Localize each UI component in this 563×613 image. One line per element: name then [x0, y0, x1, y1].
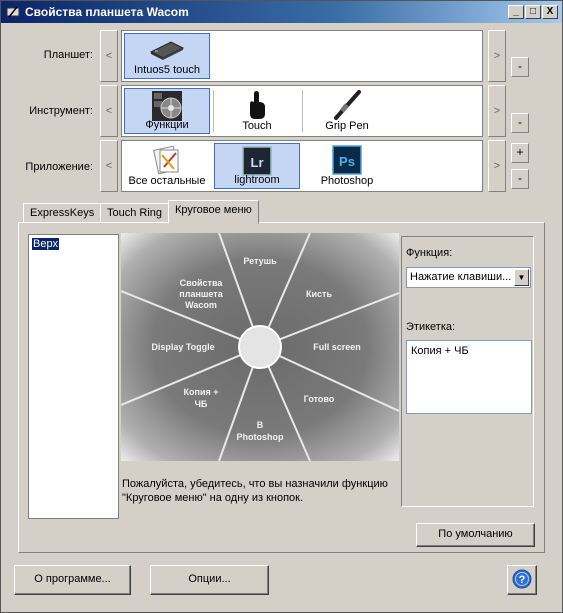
remove-tool-button[interactable]: - — [511, 113, 529, 133]
tool-scroll-left-button[interactable]: < — [100, 85, 118, 137]
radial-segment-done[interactable]: Готово — [304, 394, 335, 404]
tool-scroll-right-button[interactable]: > — [488, 85, 506, 137]
photoshop-icon: Ps — [332, 145, 362, 175]
tablet-icon — [149, 41, 185, 60]
tool-item-functions[interactable]: Функции — [124, 88, 210, 134]
tool-item-touch[interactable]: Touch — [214, 88, 300, 134]
remove-application-button[interactable]: - — [511, 169, 529, 189]
tab-radial-menu[interactable]: Круговое меню — [168, 200, 259, 224]
application-scroll-left-button[interactable]: < — [100, 140, 118, 192]
tool-item-label: Grip Pen — [325, 120, 369, 132]
function-label: Функция: — [406, 247, 453, 259]
tool-item-label: Функции — [145, 119, 189, 131]
tablet-row-label: Планшет: — [43, 49, 93, 61]
tool-row-label: Инструмент: — [29, 105, 93, 117]
application-item-label: lightroom — [234, 174, 280, 186]
application-item-photoshop[interactable]: Ps Photoshop — [304, 143, 390, 189]
help-button[interactable]: ? — [507, 565, 537, 595]
tablet-scroll-right-button[interactable]: > — [488, 30, 506, 82]
maximize-button[interactable]: □ — [525, 5, 541, 19]
about-button[interactable]: О программе... — [14, 565, 131, 595]
radial-menu-center[interactable] — [238, 325, 282, 369]
tool-item-label: Touch — [242, 120, 272, 132]
lightroom-icon-text: Lr — [251, 155, 264, 170]
wacom-properties-window: Свойства планшета Wacom _ □ X Планшет: <… — [0, 0, 563, 613]
radial-segment-full-screen[interactable]: Full screen — [313, 342, 361, 352]
lightroom-icon: Lr — [242, 146, 272, 176]
radial-segment-retouch[interactable]: Ретушь — [243, 256, 277, 266]
photoshop-icon-text: Ps — [339, 154, 355, 169]
caption-label: Этикетка: — [406, 321, 456, 333]
application-item-label: Все остальные — [128, 175, 206, 187]
list-item[interactable]: Верх — [32, 238, 59, 250]
add-application-button[interactable]: + — [511, 143, 529, 163]
help-icon-glyph: ? — [519, 574, 526, 586]
tab-touch-ring[interactable]: Touch Ring — [100, 203, 170, 223]
radial-segment-display-toggle[interactable]: Display Toggle — [151, 342, 214, 352]
tablet-item-label: Intuos5 touch — [133, 64, 201, 76]
tool-separator — [302, 90, 303, 132]
application-row-label: Приложение: — [25, 161, 93, 173]
tab-expresskeys[interactable]: ExpressKeys — [23, 203, 102, 223]
help-text: Пожалуйста, убедитесь, что вы назначили … — [122, 478, 388, 504]
title-bar[interactable]: Свойства планшета Wacom _ □ X — [1, 1, 562, 23]
function-select[interactable]: Нажатие клавиши... ▼ — [406, 267, 531, 288]
tool-strip: Функции Touch Grip Pen — [121, 85, 483, 137]
remove-tablet-button[interactable]: - — [511, 57, 529, 77]
wacom-app-icon — [6, 6, 20, 18]
application-item-label: Photoshop — [320, 175, 374, 187]
radial-segment-brush[interactable]: Кисть — [306, 289, 332, 299]
radial-menu-preview[interactable]: Ретушь Кисть Full screen Готово В Photosh… — [121, 233, 399, 461]
help-icon: ? — [512, 569, 532, 589]
minimize-button[interactable]: _ — [508, 5, 524, 19]
caption-field[interactable]: Копия + ЧБ — [406, 340, 532, 414]
all-apps-icon — [153, 145, 179, 175]
chevron-down-icon[interactable]: ▼ — [514, 269, 529, 286]
pen-icon — [334, 90, 361, 120]
tablet-strip: Intuos5 touch — [121, 30, 483, 82]
window-title: Свойства планшета Wacom — [25, 5, 189, 19]
function-select-value: Нажатие клавиши... — [410, 271, 512, 283]
touch-hand-icon — [250, 91, 265, 119]
application-item-lightroom[interactable]: Lr lightroom — [214, 143, 300, 189]
options-button[interactable]: Опции... — [150, 565, 269, 595]
tool-item-grip-pen[interactable]: Grip Pen — [304, 88, 390, 134]
tablet-item-intuos5[interactable]: Intuos5 touch — [124, 33, 210, 79]
close-button[interactable]: X — [542, 5, 558, 19]
tablet-scroll-left-button[interactable]: < — [100, 30, 118, 82]
default-button[interactable]: По умолчанию — [416, 523, 535, 547]
application-scroll-right-button[interactable]: > — [488, 140, 506, 192]
application-strip: Все остальные Lr lightroom Ps Photoshop — [121, 140, 483, 192]
application-item-all-others[interactable]: Все остальные — [124, 143, 210, 189]
menu-level-list[interactable]: Верх — [28, 234, 119, 519]
functions-icon — [152, 91, 182, 121]
